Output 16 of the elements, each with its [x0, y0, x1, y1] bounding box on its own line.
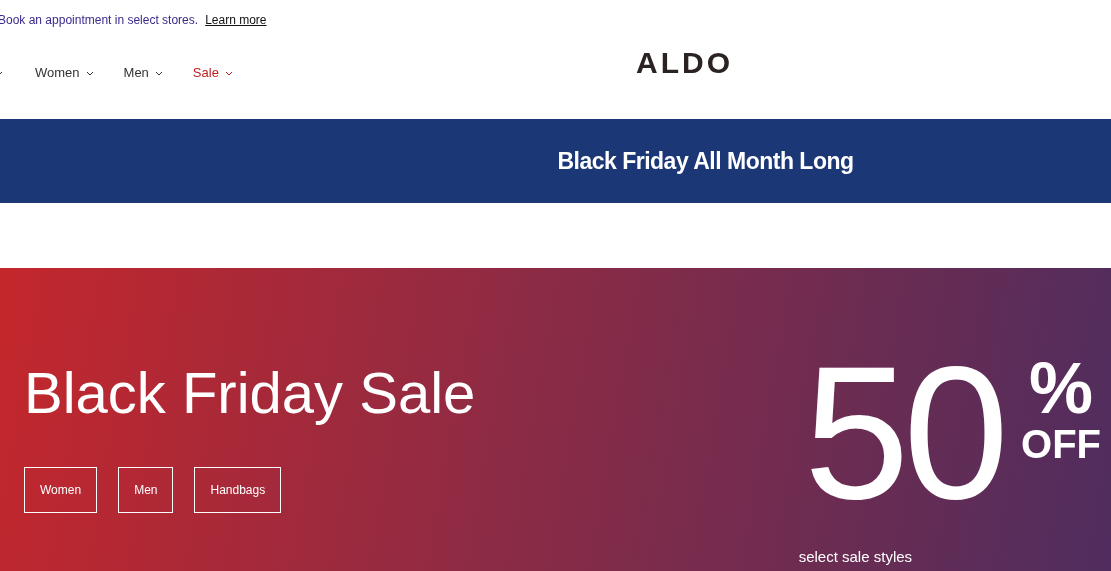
percent-sign: %: [1029, 352, 1093, 424]
nav-item[interactable]: Sale: [192, 63, 233, 83]
off-label: OFF: [1021, 424, 1101, 464]
discount-amount: 50: [803, 356, 1003, 508]
learn-more-link[interactable]: Learn more: [205, 11, 267, 29]
category-button[interactable]: Men: [118, 467, 174, 513]
chevron-down-icon: [224, 70, 233, 76]
chevron-down-icon: [154, 70, 163, 76]
category-button[interactable]: Women: [24, 467, 98, 513]
banner-text: Black Friday All Month Long: [557, 146, 854, 176]
category-button[interactable]: Handbags: [194, 467, 282, 513]
nav-item[interactable]: Men: [123, 63, 163, 83]
nav-item[interactable]: Women: [35, 63, 94, 83]
discount-note: select sale styles: [798, 547, 914, 567]
chevron-down-icon: [85, 70, 94, 76]
logo[interactable]: ALDO: [636, 48, 733, 78]
